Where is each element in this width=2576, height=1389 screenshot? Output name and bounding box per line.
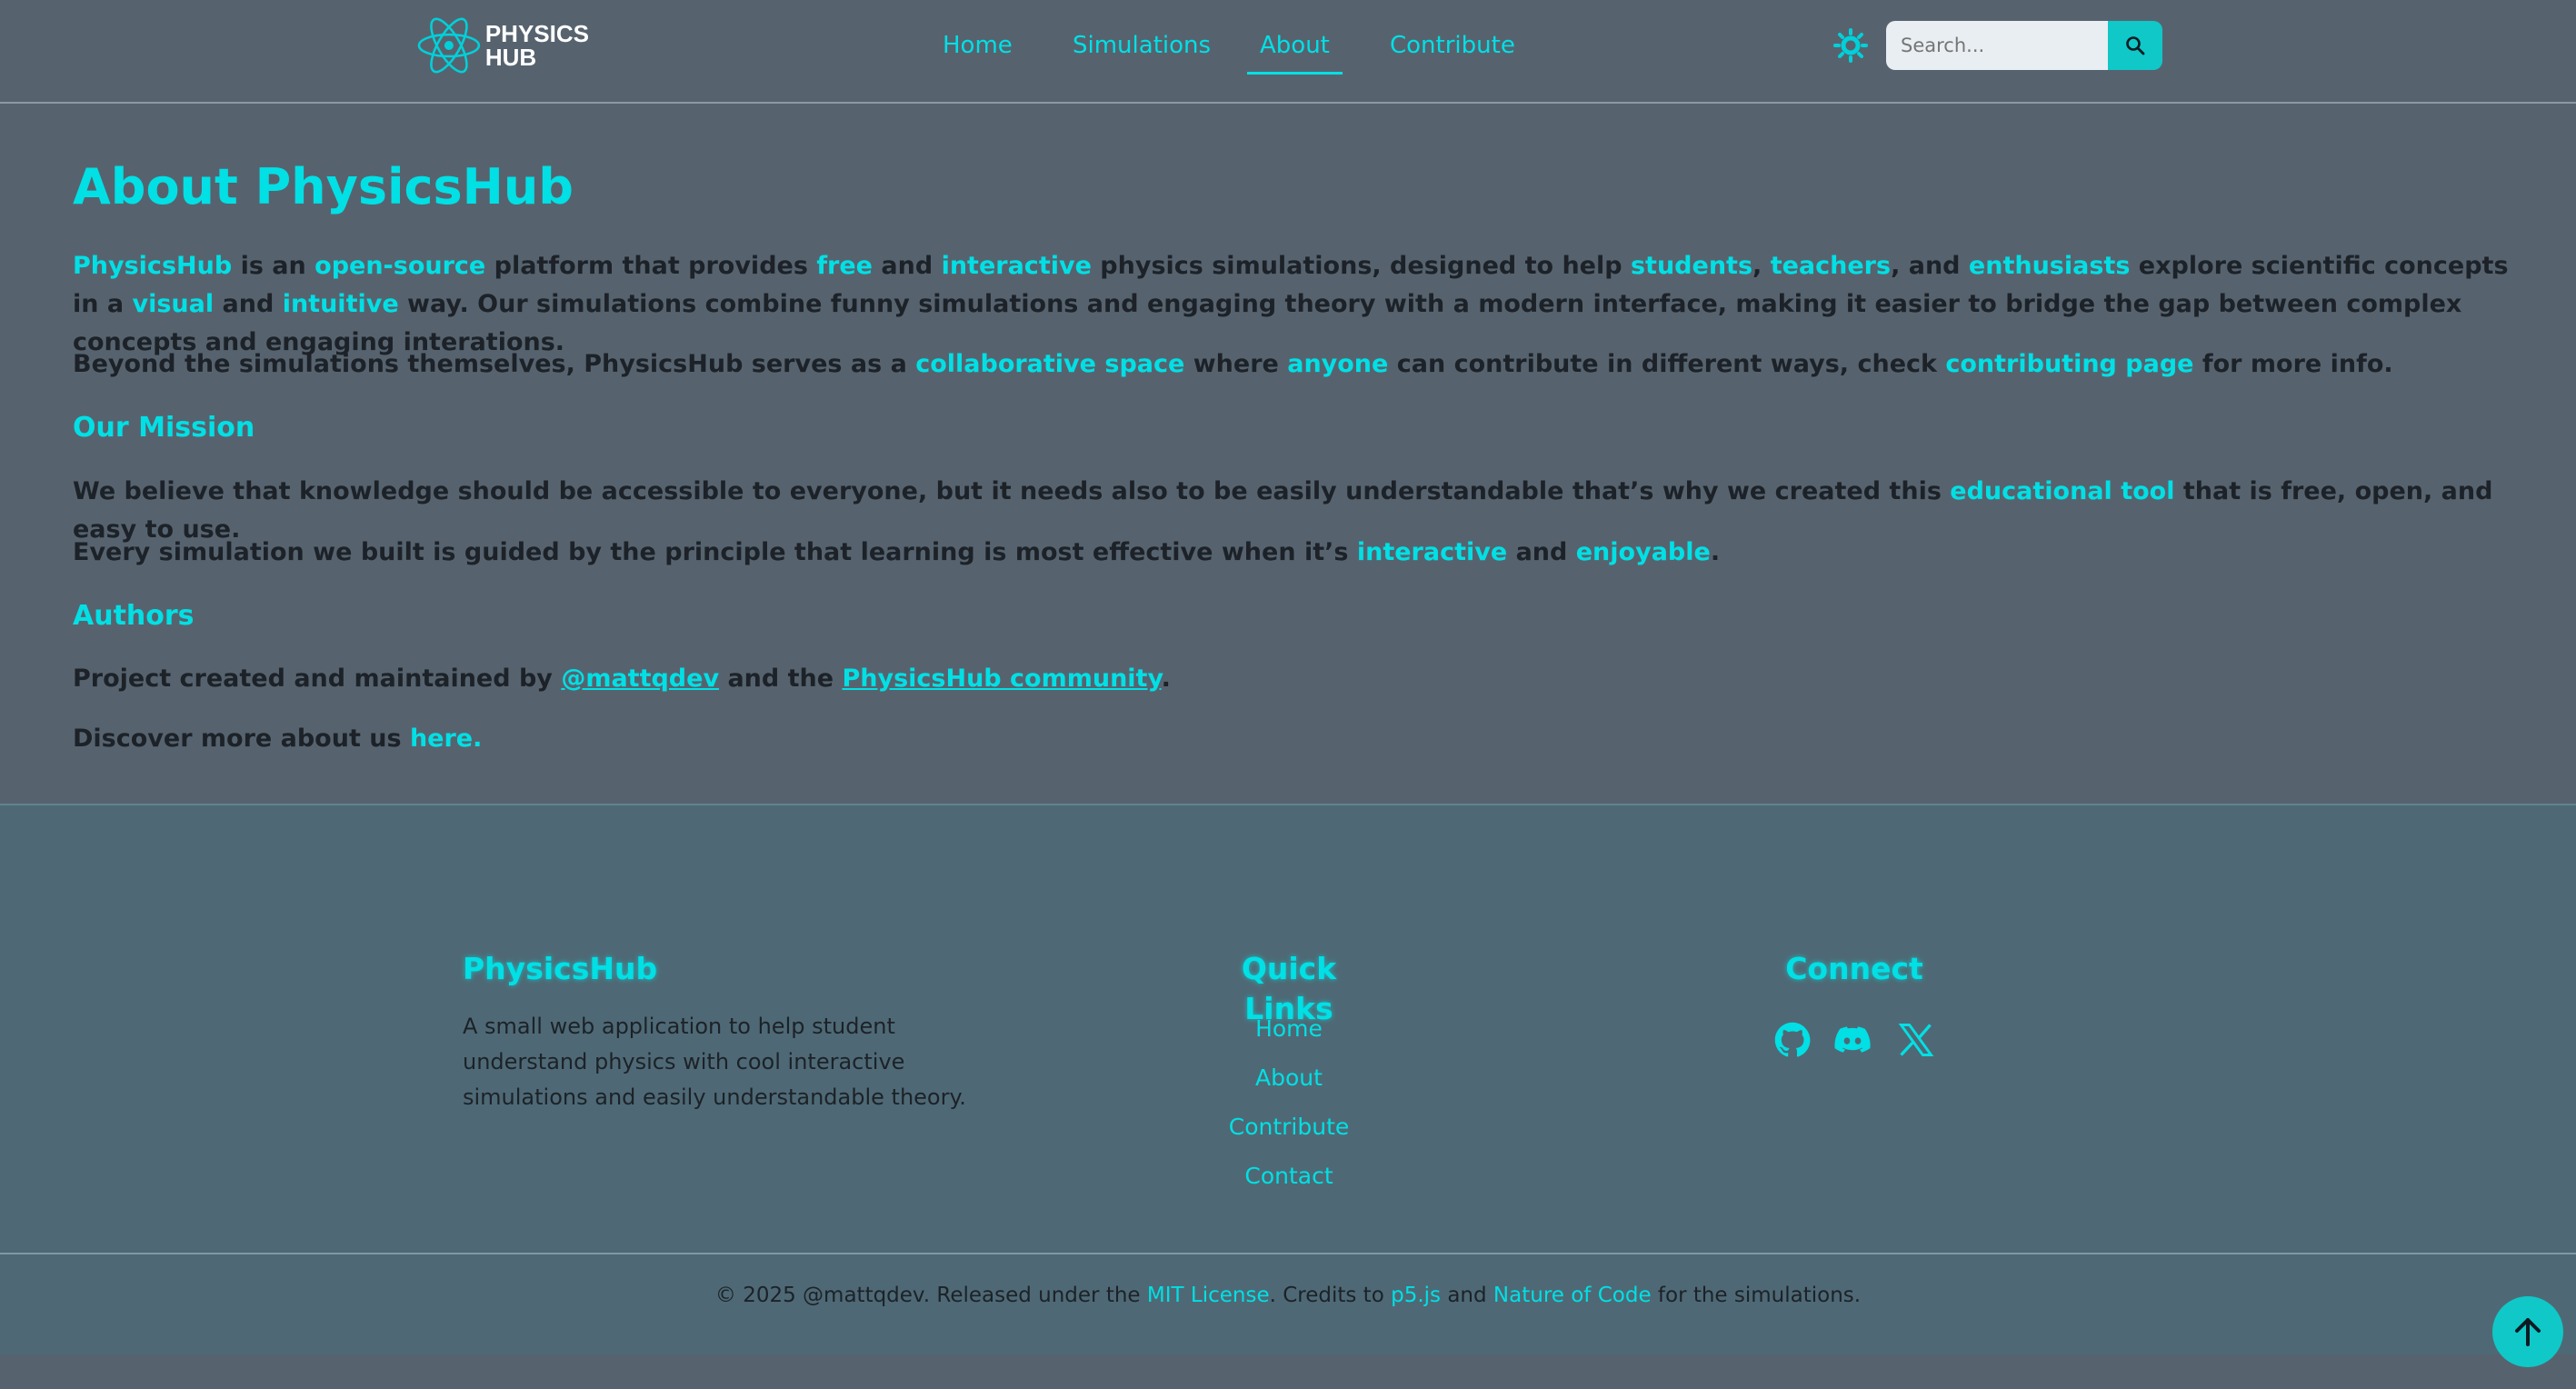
text-segment: physics simulations, designed to help — [1091, 252, 1631, 280]
footer-description: A small web application to help student … — [463, 1014, 966, 1110]
text-segment: , and — [1891, 252, 1969, 280]
github-link[interactable] — [1772, 1020, 1812, 1060]
github-icon — [1774, 1022, 1811, 1057]
text-segment: and — [1441, 1284, 1493, 1307]
navbar: PHYSICS HUB Home Simulations About Contr… — [0, 0, 2576, 104]
mission-heading: Our Mission — [73, 412, 255, 444]
connect-title: Connect — [1785, 951, 1923, 986]
copyright-bar: © 2025 @mattqdev. Released under the MIT… — [0, 1253, 2576, 1354]
footer-link-contact[interactable]: Contact — [1198, 1158, 1380, 1194]
text-segment: platform that provides — [485, 252, 817, 280]
discord-icon — [1834, 1026, 1871, 1053]
hl-interactive: interactive — [941, 252, 1092, 280]
authors-paragraph: Project created and maintained by @mattq… — [73, 660, 1171, 698]
x-link[interactable] — [1896, 1020, 1936, 1060]
text-segment: We believe that knowledge should be acce… — [73, 477, 1951, 505]
footer: PhysicsHub A small web application to he… — [0, 804, 2576, 1354]
text-segment: Every simulation we built is guided by t… — [73, 538, 1357, 566]
theme-toggle[interactable] — [1832, 27, 1869, 64]
hl-teachers: teachers — [1770, 252, 1892, 280]
hl-interactive: interactive — [1356, 538, 1508, 566]
text-segment: © 2025 @mattqdev. Released under the — [714, 1284, 1147, 1307]
hl-students: students — [1630, 252, 1753, 280]
authors-heading: Authors — [73, 600, 195, 632]
p5js-link[interactable]: p5.js — [1391, 1284, 1441, 1307]
copyright-text: © 2025 @mattqdev. Released under the MIT… — [0, 1278, 2576, 1313]
sun-icon — [1833, 28, 1868, 63]
nav-links: Home Simulations About Contribute — [0, 25, 2576, 80]
text-segment: Discover more about us — [73, 724, 410, 753]
footer-brand-title: PhysicsHub — [463, 951, 658, 986]
hl-open-source: open-source — [315, 252, 486, 280]
text-segment: and — [873, 252, 942, 280]
here-link[interactable]: here. — [410, 724, 482, 753]
text-segment: and — [1507, 538, 1576, 566]
scroll-to-top-button[interactable] — [2492, 1296, 2563, 1367]
discover-paragraph: Discover more about us here. — [73, 720, 482, 758]
mattqdev-link[interactable]: @mattqdev — [561, 665, 719, 693]
search-icon — [2126, 36, 2145, 55]
hl-intuitive: intuitive — [282, 290, 399, 318]
hl-collaborative-space: collaborative space — [915, 350, 1185, 378]
nature-of-code-link[interactable]: Nature of Code — [1493, 1284, 1652, 1307]
search-button[interactable] — [2108, 21, 2162, 70]
text-segment: , — [1752, 252, 1771, 280]
nav-home[interactable]: Home — [943, 25, 1013, 65]
search-bar — [1886, 21, 2162, 70]
page-title: About PhysicsHub — [73, 158, 574, 215]
text-segment: and the — [719, 665, 843, 693]
x-icon — [1898, 1024, 1934, 1056]
about-section: About PhysicsHub PhysicsHub is an open-s… — [73, 145, 2527, 753]
collab-paragraph: Beyond the simulations themselves, Physi… — [73, 345, 2393, 384]
text-segment: . Credits to — [1269, 1284, 1392, 1307]
text-segment: for more info. — [2193, 350, 2393, 378]
text-segment: for the simulations. — [1651, 1284, 1862, 1307]
search-input[interactable] — [1886, 21, 2108, 70]
footer-link-contribute[interactable]: Contribute — [1198, 1109, 1380, 1145]
hl-free: free — [816, 252, 873, 280]
hl-enjoyable: enjoyable — [1575, 538, 1711, 566]
community-link[interactable]: PhysicsHub community — [842, 665, 1161, 693]
hl-physicshub: PhysicsHub — [73, 252, 233, 280]
hl-enthusiasts: enthusiasts — [1968, 252, 2131, 280]
text-segment: where — [1184, 350, 1288, 378]
arrow-up-icon — [2515, 1318, 2541, 1346]
footer-link-about[interactable]: About — [1198, 1060, 1380, 1096]
text-segment: and — [214, 290, 283, 318]
mission-paragraph-2: Every simulation we built is guided by t… — [73, 534, 1720, 572]
text-segment: Project created and maintained by — [73, 665, 562, 693]
nav-simulations[interactable]: Simulations — [1073, 25, 1211, 65]
discord-link[interactable] — [1832, 1020, 1872, 1060]
text-segment: is an — [232, 252, 315, 280]
mit-license-link[interactable]: MIT License — [1147, 1284, 1270, 1307]
contributing-page-link[interactable]: contributing page — [1945, 350, 2193, 378]
text-segment: can contribute in different ways, check — [1388, 350, 1946, 378]
hl-educational-tool: educational tool — [1950, 477, 2175, 505]
text-segment: Beyond the simulations themselves, Physi… — [73, 350, 916, 378]
nav-about[interactable]: About — [1247, 25, 1343, 75]
nav-contribute[interactable]: Contribute — [1390, 25, 1515, 65]
text-segment: . — [1161, 665, 1171, 693]
page-bottom — [0, 1354, 2576, 1389]
text-segment: . — [1710, 538, 1721, 566]
hl-visual: visual — [132, 290, 215, 318]
hl-anyone: anyone — [1287, 350, 1389, 378]
footer-link-home[interactable]: Home — [1198, 1011, 1380, 1047]
